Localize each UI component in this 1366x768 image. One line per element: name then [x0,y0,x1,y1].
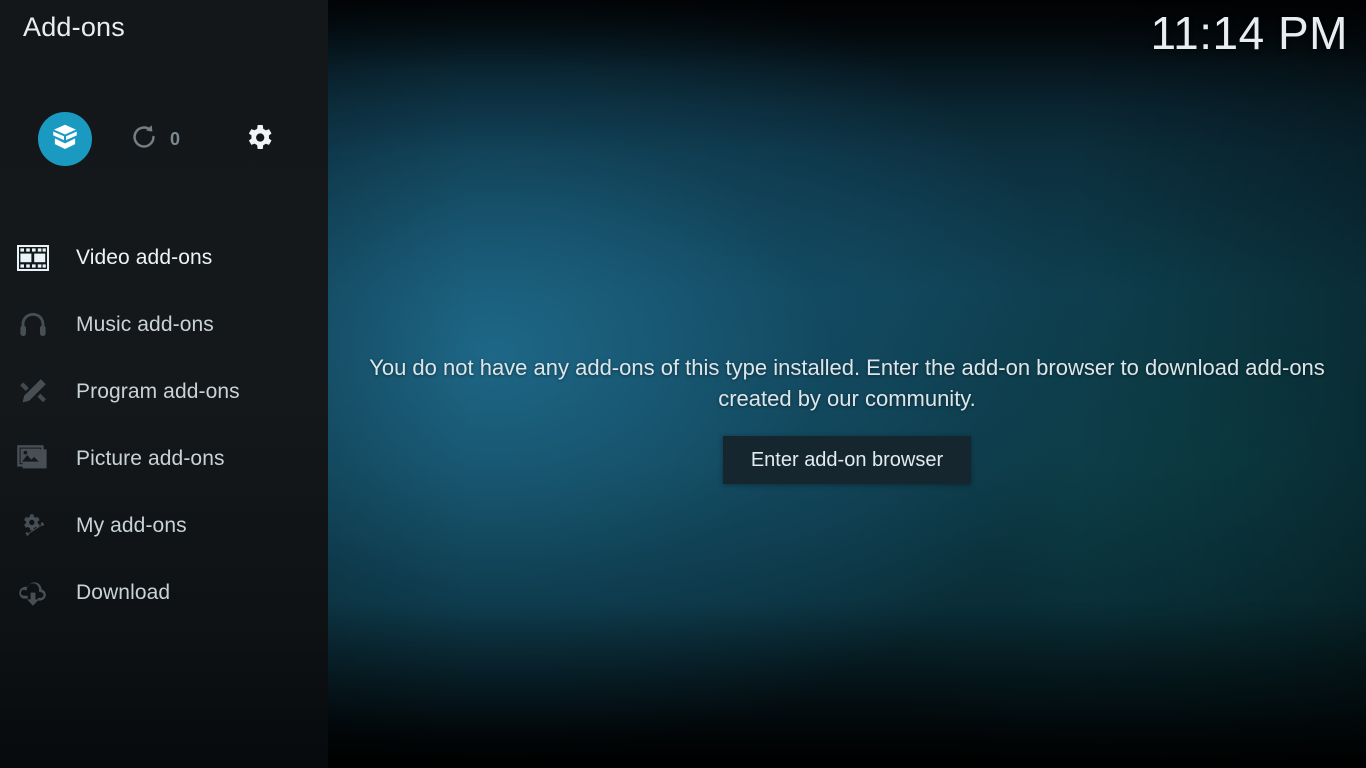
cloud-download-icon [16,576,50,610]
picture-icon [16,442,50,476]
refresh-icon [130,123,158,156]
sidebar-item-music-addons[interactable]: Music add-ons [0,291,328,358]
sidebar-item-download[interactable]: Download [0,559,328,626]
addon-category-menu: Video add-ons Music add-ons Program add-… [0,224,328,626]
addon-box-icon [50,122,80,157]
film-strip-icon [16,241,50,275]
addon-box-badge [38,112,92,166]
sidebar-item-label: My add-ons [76,513,187,537]
sidebar-item-label: Program add-ons [76,379,240,403]
sidebar-toolbar: 0 [0,112,328,166]
sidebar: Add-ons 0 Video add-ons Music add-ons Pr… [0,0,328,768]
empty-state: You do not have any add-ons of this type… [348,352,1346,484]
sidebar-item-label: Download [76,580,171,604]
sidebar-item-label: Video add-ons [76,245,213,269]
gear-wrench-icon [16,509,50,543]
settings-button[interactable] [243,112,275,166]
sidebar-item-label: Music add-ons [76,312,214,336]
empty-state-message: You do not have any add-ons of this type… [369,355,1325,411]
sidebar-item-program-addons[interactable]: Program add-ons [0,358,328,425]
headphones-icon [16,308,50,342]
clock: 11:14 PM [1150,7,1348,59]
sidebar-item-my-addons[interactable]: My add-ons [0,492,328,559]
check-updates-button[interactable]: 0 [130,112,180,166]
kodi-addons-screen: 11:14 PM You do not have any add-ons of … [0,0,1366,768]
gear-icon [243,121,275,158]
sidebar-item-video-addons[interactable]: Video add-ons [0,224,328,291]
page-title: Add-ons [23,12,125,42]
pencil-ruler-icon [16,375,50,409]
sidebar-item-picture-addons[interactable]: Picture add-ons [0,425,328,492]
addon-browser-button[interactable] [38,112,92,166]
updates-count: 0 [170,128,181,149]
enter-addon-browser-button[interactable]: Enter add-on browser [722,436,972,484]
sidebar-item-label: Picture add-ons [76,446,225,470]
